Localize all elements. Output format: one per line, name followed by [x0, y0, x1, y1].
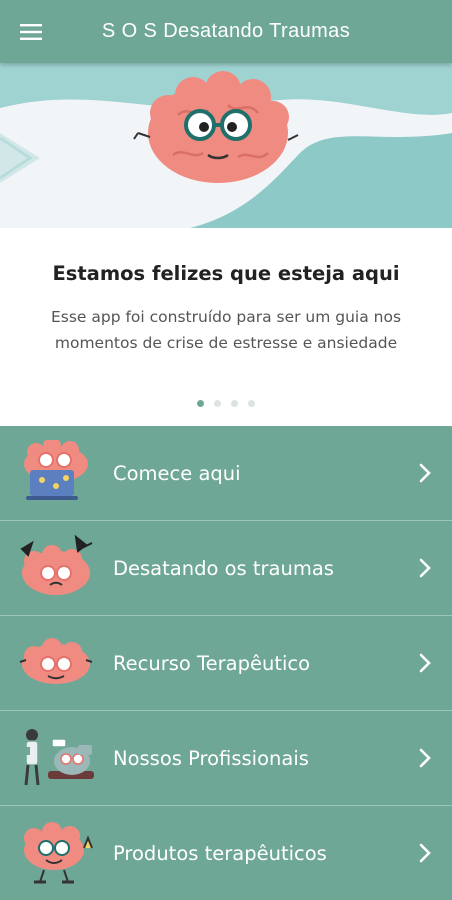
brain-glasses-icon — [19, 638, 93, 684]
app-bar: S O S Desatando Traumas — [0, 0, 452, 63]
menu-item-desatando-os-traumas[interactable]: Desatando os traumas — [0, 521, 452, 616]
menu-item-label: Comece aqui — [113, 462, 241, 485]
hero-illustration[interactable] — [0, 63, 452, 228]
menu-item-produtos-terapeuticos[interactable]: Produtos terapêuticos — [0, 806, 452, 900]
menu-item-label: Produtos terapêuticos — [113, 842, 327, 865]
chevron-right-icon — [419, 748, 431, 768]
therapist-session-icon — [20, 729, 94, 786]
page-dot[interactable] — [214, 400, 221, 407]
menu-item-label: Desatando os traumas — [113, 557, 334, 580]
welcome-title: Estamos felizes que esteja aqui — [52, 262, 400, 285]
chevron-right-icon — [419, 653, 431, 673]
page-indicator — [0, 400, 452, 407]
menu-list: Comece aqui Desatando os traumas Recurso… — [0, 426, 452, 900]
welcome-text: Esse app foi construído para ser um guia… — [50, 308, 402, 352]
app-title: S O S Desatando Traumas — [101, 20, 351, 42]
menu-item-nossos-profissionais[interactable]: Nossos Profissionais — [0, 711, 452, 806]
page-dot[interactable] — [248, 400, 255, 407]
chevron-right-icon — [419, 463, 431, 483]
menu-item-label: Nossos Profissionais — [113, 747, 309, 770]
chevron-right-icon — [419, 558, 431, 578]
brain-laptop-icon — [24, 440, 88, 500]
menu-item-recurso-terapeutico[interactable]: Recurso Terapêutico — [0, 616, 452, 711]
menu-item-label: Recurso Terapêutico — [113, 652, 311, 675]
chevron-right-icon — [419, 843, 431, 863]
brain-thumbs-up-icon — [24, 822, 93, 884]
welcome-card: Estamos felizes que esteja aqui Esse app… — [0, 228, 452, 426]
brain-knots-icon — [20, 535, 93, 595]
page-dot[interactable] — [231, 400, 238, 407]
menu-item-comece-aqui[interactable]: Comece aqui — [0, 426, 452, 521]
page-dot[interactable] — [197, 400, 204, 407]
